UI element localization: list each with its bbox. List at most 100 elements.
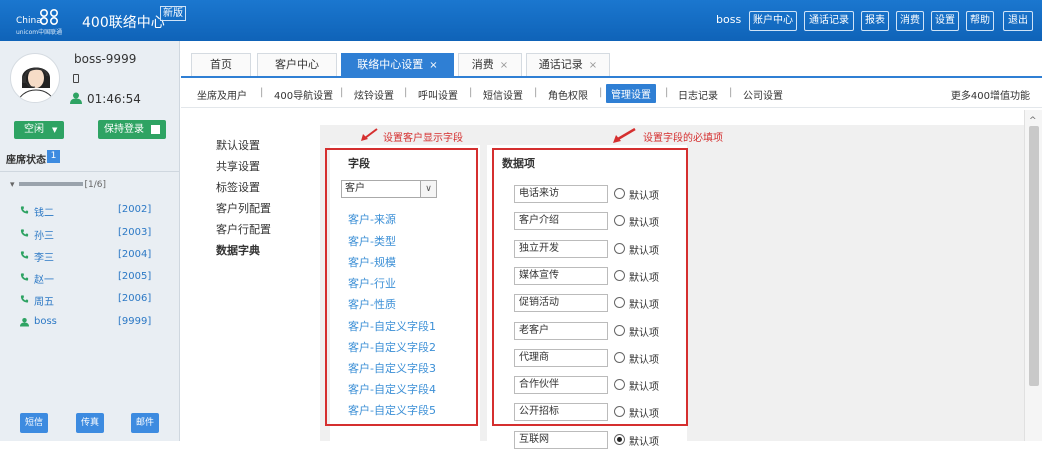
data-item-input[interactable]: 公开招标 xyxy=(514,403,608,421)
field-item[interactable]: 客户-来源 xyxy=(348,211,396,227)
group-name-redacted xyxy=(18,181,83,186)
subnav-400-navigation[interactable]: 400导航设置 xyxy=(274,87,333,102)
nav-call-records[interactable]: 通话记录 xyxy=(804,11,854,31)
status-dropdown[interactable]: 空闲 ▼ xyxy=(14,121,64,139)
field-item[interactable]: 客户-自定义字段3 xyxy=(348,360,436,376)
nav-settings[interactable]: 设置 xyxy=(931,11,959,31)
close-icon[interactable]: × xyxy=(500,60,508,71)
field-item[interactable]: 客户-行业 xyxy=(348,275,396,291)
data-item-input[interactable]: 独立开发 xyxy=(514,240,608,258)
tab-call-records[interactable]: 通话记录 × xyxy=(526,53,610,76)
more-400-features-link[interactable]: 更多400增值功能 xyxy=(951,87,1030,102)
vertical-scrollbar[interactable]: ^ xyxy=(1024,110,1042,441)
agent-extension: [2004] xyxy=(118,249,152,260)
nav-consumption[interactable]: 消费 xyxy=(896,11,924,31)
agent-name: 赵一 xyxy=(34,275,54,286)
agent-row[interactable]: 周五 [2006] xyxy=(0,292,180,308)
data-item-input[interactable]: 合作伙伴 xyxy=(514,376,608,394)
version-badge: 新版 xyxy=(160,6,186,21)
default-radio[interactable] xyxy=(614,297,625,308)
data-item-input[interactable]: 老客户 xyxy=(514,322,608,340)
close-icon[interactable]: × xyxy=(589,60,597,71)
data-item-input[interactable]: 互联网 xyxy=(514,431,608,449)
agent-row[interactable]: 赵一 [2005] xyxy=(0,270,180,286)
agent-extension: [2002] xyxy=(118,204,152,215)
agent-row[interactable]: 李三 [2004] xyxy=(0,248,180,264)
scroll-up-icon[interactable]: ^ xyxy=(1029,116,1037,126)
default-radio[interactable] xyxy=(614,379,625,390)
default-radio[interactable] xyxy=(614,325,625,336)
subnav-company-settings[interactable]: 公司设置 xyxy=(743,87,783,102)
data-item-input[interactable]: 代理商 xyxy=(514,349,608,367)
subnav-sms-settings[interactable]: 短信设置 xyxy=(483,87,523,102)
divider: | xyxy=(340,87,344,98)
close-icon[interactable]: × xyxy=(429,60,437,71)
field-item[interactable]: 客户-自定义字段4 xyxy=(348,381,436,397)
data-item-input[interactable]: 媒体宣传 xyxy=(514,267,608,285)
red-arrow-icon xyxy=(361,128,378,141)
divider xyxy=(0,171,180,172)
default-radio[interactable] xyxy=(614,243,625,254)
menu-data-dictionary[interactable]: 数据字典 xyxy=(216,242,260,258)
tab-consumption[interactable]: 消费 × xyxy=(458,53,522,76)
tab-label: 通话记录 xyxy=(538,58,583,71)
fax-button[interactable]: 传真 xyxy=(76,413,104,433)
phone-icon xyxy=(73,74,79,83)
agent-row[interactable]: boss [9999] xyxy=(0,315,180,331)
agent-name: 周五 xyxy=(34,297,54,308)
field-item[interactable]: 客户-规模 xyxy=(348,254,396,270)
nav-account-center[interactable]: 账户中心 xyxy=(749,11,797,31)
subnav-call-settings[interactable]: 呼叫设置 xyxy=(418,87,458,102)
field-category-select[interactable]: 客户 ∨ xyxy=(341,180,437,198)
divider: | xyxy=(469,87,473,98)
data-item-input[interactable]: 客户介绍 xyxy=(514,212,608,230)
collapse-arrow-icon: ▾ xyxy=(10,180,15,190)
agent-row[interactable]: 钱二 [2002] xyxy=(0,203,180,219)
caret-down-icon: ▼ xyxy=(52,126,58,134)
agent-name: boss xyxy=(34,316,57,327)
seat-count-badge: 1 xyxy=(47,150,60,163)
scroll-thumb[interactable] xyxy=(1029,126,1039,386)
field-item[interactable]: 客户-类型 xyxy=(348,233,396,249)
default-radio[interactable] xyxy=(614,188,625,199)
phone-handset-icon xyxy=(20,251,29,259)
menu-tag-settings[interactable]: 标签设置 xyxy=(216,179,260,195)
subnav-log-records[interactable]: 日志记录 xyxy=(678,87,718,102)
default-radio[interactable] xyxy=(614,406,625,417)
menu-customer-column-config[interactable]: 客户列配置 xyxy=(216,200,271,216)
menu-share-settings[interactable]: 共享设置 xyxy=(216,158,260,174)
subnav-management-settings[interactable]: 管理设置 xyxy=(606,84,656,103)
data-item-input[interactable]: 电话来访 xyxy=(514,185,608,203)
field-item[interactable]: 客户-性质 xyxy=(348,296,396,312)
agent-name: 钱二 xyxy=(34,208,54,219)
nav-reports[interactable]: 报表 xyxy=(861,11,889,31)
field-item[interactable]: 客户-自定义字段5 xyxy=(348,402,436,418)
tab-home[interactable]: 首页 xyxy=(191,53,251,76)
default-radio[interactable] xyxy=(614,215,625,226)
data-item-input[interactable]: 促销活动 xyxy=(514,294,608,312)
default-radio[interactable] xyxy=(614,434,625,445)
tab-bar: 首页 客户中心 联络中心设置 × 消费 × 通话记录 × xyxy=(181,41,1042,76)
select-value: 客户 xyxy=(345,183,365,194)
field-item[interactable]: 客户-自定义字段1 xyxy=(348,318,436,334)
phone-handset-icon xyxy=(20,229,29,237)
red-arrow-icon xyxy=(613,128,636,143)
subnav-role-permissions[interactable]: 角色权限 xyxy=(548,87,588,102)
tab-contact-center-settings[interactable]: 联络中心设置 × xyxy=(341,53,454,76)
logo-subtext: unicom中国联通 xyxy=(16,29,63,36)
keep-login-toggle[interactable]: 保持登录 xyxy=(98,120,166,139)
agent-group[interactable]: ▾ [1/6] xyxy=(10,180,106,190)
default-radio[interactable] xyxy=(614,270,625,281)
default-radio[interactable] xyxy=(614,352,625,363)
subnav-ringtone[interactable]: 炫铃设置 xyxy=(354,87,394,102)
agent-row[interactable]: 孙三 [2003] xyxy=(0,226,180,242)
email-button[interactable]: 邮件 xyxy=(131,413,159,433)
nav-logout[interactable]: 退出 xyxy=(1003,11,1033,31)
subnav-seats-users[interactable]: 坐席及用户 xyxy=(197,87,247,102)
sms-button[interactable]: 短信 xyxy=(20,413,48,433)
menu-default-settings[interactable]: 默认设置 xyxy=(216,137,260,153)
menu-customer-row-config[interactable]: 客户行配置 xyxy=(216,221,271,237)
nav-help[interactable]: 帮助 xyxy=(966,11,994,31)
field-item[interactable]: 客户-自定义字段2 xyxy=(348,339,436,355)
tab-customer-center[interactable]: 客户中心 xyxy=(257,53,337,76)
